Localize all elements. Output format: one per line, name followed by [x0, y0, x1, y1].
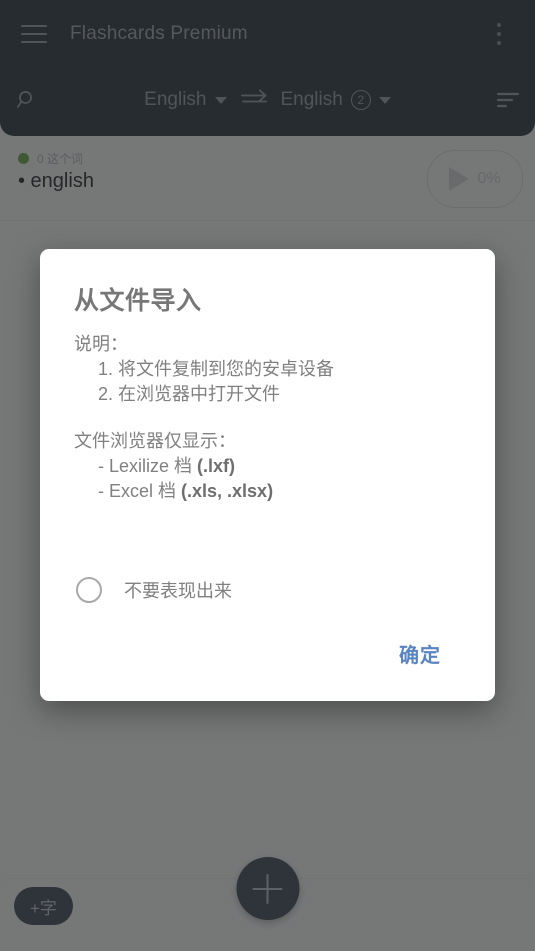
- file-type-excel: - Excel 档 (.xls, .xlsx): [74, 479, 469, 504]
- browser-heading: 文件浏览器仅显示：: [74, 431, 236, 451]
- confirm-button[interactable]: 确定: [385, 631, 455, 676]
- file-type-excel-text: - Excel 档: [98, 481, 182, 501]
- dont-show-again-row[interactable]: 不要表现出来: [76, 577, 232, 603]
- file-type-excel-ext: (.xls, .xlsx): [181, 481, 274, 501]
- instruction-step-2: 2. 在浏览器中打开文件: [98, 384, 281, 404]
- dialog-title: 从文件导入: [74, 287, 202, 315]
- dialog-actions: 确定: [40, 631, 495, 676]
- file-type-lexilize-ext: (.lxf): [197, 456, 236, 476]
- instruction-step-1: 1. 将文件复制到您的安卓设备: [98, 359, 335, 379]
- file-type-lexilize: - Lexilize 档 (.lxf): [74, 454, 469, 479]
- file-type-lexilize-text: - Lexilize 档: [98, 456, 198, 476]
- dont-show-again-checkbox[interactable]: [76, 577, 102, 603]
- dont-show-again-label: 不要表现出来: [124, 581, 232, 601]
- instructions-heading: 说明：: [74, 334, 128, 354]
- dialog-body: 说明： 1. 将文件复制到您的安卓设备 2. 在浏览器中打开文件 文件浏览器仅显…: [74, 332, 469, 504]
- import-from-file-dialog: 从文件导入 说明： 1. 将文件复制到您的安卓设备 2. 在浏览器中打开文件 文…: [40, 249, 495, 701]
